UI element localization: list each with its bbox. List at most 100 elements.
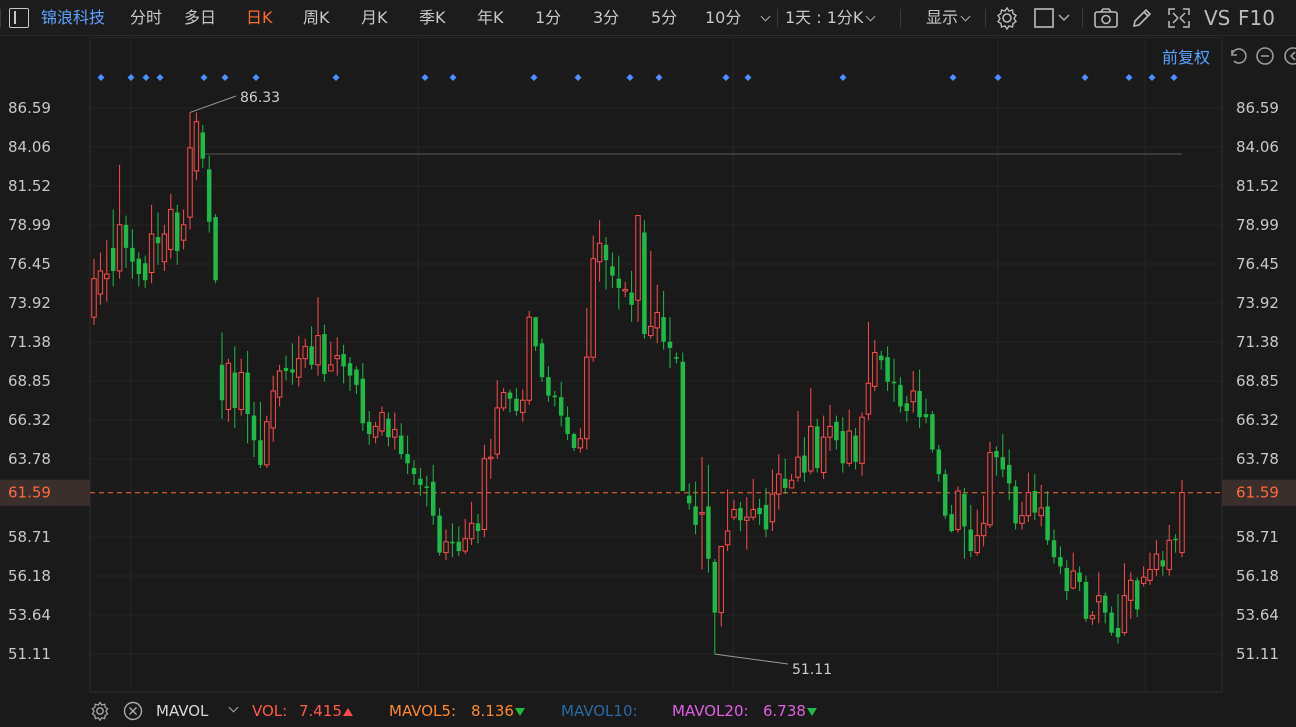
- event-marker: [626, 74, 634, 81]
- display-menu[interactable]: 显示: [926, 0, 971, 36]
- candle-body-down: [290, 369, 295, 373]
- fullscreen-icon[interactable]: [1166, 6, 1192, 30]
- stock-name[interactable]: 锦浪科技: [41, 0, 105, 36]
- candle-body-down: [667, 341, 673, 348]
- candle: [334, 337, 340, 376]
- candle: [1096, 572, 1102, 624]
- y-tick-label-left: 63.78: [8, 450, 51, 468]
- candle-body-down: [917, 391, 922, 418]
- candle: [347, 357, 353, 392]
- tab-multiday[interactable]: 多日: [184, 0, 216, 36]
- pencil-icon[interactable]: [1130, 6, 1154, 30]
- candle: [354, 366, 359, 395]
- candle-body-down: [693, 506, 698, 525]
- candle: [654, 284, 660, 344]
- candle-body-down: [136, 258, 142, 275]
- candle: [1000, 434, 1006, 478]
- candle: [968, 504, 974, 558]
- candle-body-down: [1058, 557, 1063, 567]
- candle-body-down: [782, 478, 788, 488]
- period-select[interactable]: 1天 : 1分K: [785, 0, 876, 36]
- candle-body-down: [539, 343, 545, 378]
- candle: [738, 501, 743, 532]
- tab-3min[interactable]: 3分: [593, 0, 619, 36]
- candle: [372, 421, 379, 444]
- candle-body-down: [430, 481, 436, 516]
- tab-1min[interactable]: 1分: [535, 0, 561, 36]
- candle: [110, 209, 116, 287]
- candle: [232, 346, 238, 428]
- candle-body-down: [942, 474, 948, 516]
- candle-body-up: [116, 224, 123, 272]
- candle-body-up: [1128, 579, 1134, 601]
- y-tick-label-right: 73.92: [1236, 294, 1279, 312]
- close-indicator-icon[interactable]: [123, 701, 143, 721]
- candle: [168, 194, 174, 259]
- candle-body-down: [686, 495, 692, 504]
- tab-monthly-k[interactable]: 月K: [361, 0, 388, 36]
- tab-intraday[interactable]: 分时: [130, 0, 162, 36]
- y-tick-label-left: 53.64: [8, 606, 51, 624]
- candle: [859, 412, 865, 476]
- candle-body-down: [904, 403, 910, 412]
- tab-10min[interactable]: 10分: [705, 0, 741, 36]
- tab-weekly-k[interactable]: 周K: [303, 0, 330, 36]
- indicator-name[interactable]: MAVOL: [156, 702, 208, 720]
- candle: [443, 529, 449, 561]
- tab-daily-k[interactable]: 日K: [246, 0, 273, 36]
- tab-yearly-k[interactable]: 年K: [477, 0, 504, 36]
- candle-body-down: [763, 504, 769, 530]
- tab-quarterly-k[interactable]: 季K: [419, 0, 446, 36]
- more-periods-chevron-icon[interactable]: [758, 0, 771, 36]
- candle-body-down: [258, 440, 263, 465]
- candlestick-chart[interactable]: 86.59 86.59 84.06 84.06 81.52 81.52 78.99 78.99…: [0, 37, 1296, 694]
- settings-icon[interactable]: [995, 6, 1019, 30]
- vs-button[interactable]: VS: [1204, 0, 1230, 36]
- candle: [706, 464, 711, 573]
- f10-button[interactable]: F10: [1238, 0, 1275, 36]
- candle-body-up: [462, 538, 468, 552]
- event-marker: [142, 74, 150, 81]
- candle-body-up: [526, 316, 532, 401]
- candle-body-up: [193, 121, 200, 172]
- candle-body-down: [245, 372, 250, 415]
- candle-body-up: [315, 335, 321, 366]
- candle: [814, 418, 820, 473]
- candle: [872, 340, 878, 392]
- candle: [603, 237, 609, 290]
- candle: [724, 489, 731, 552]
- layout-square-icon[interactable]: [1033, 6, 1073, 30]
- candle: [917, 369, 922, 428]
- candle: [398, 423, 404, 459]
- tab-5min[interactable]: 5分: [651, 0, 677, 36]
- candle-body-up: [334, 355, 340, 360]
- candle-body-up: [724, 530, 731, 546]
- indicator-settings-icon[interactable]: [90, 701, 110, 721]
- indicator-select-chevron-icon[interactable]: [226, 700, 239, 718]
- candle: [270, 375, 276, 442]
- candle-body-down: [968, 529, 974, 552]
- candle: [731, 500, 737, 521]
- candle: [750, 478, 756, 521]
- candle: [1115, 594, 1121, 644]
- candle: [629, 270, 634, 322]
- panel-toggle-icon[interactable]: [9, 8, 29, 28]
- mavol5-label: MAVOL5:: [389, 702, 457, 720]
- candle: [1147, 552, 1153, 585]
- candle: [520, 389, 526, 422]
- camera-icon[interactable]: [1093, 6, 1119, 30]
- candle-body-up: [1121, 595, 1128, 634]
- candle: [904, 395, 910, 422]
- candle-body-up: [225, 362, 232, 410]
- candle-body-down: [1077, 572, 1082, 582]
- candle: [782, 458, 788, 495]
- candle: [481, 444, 488, 538]
- candle: [1077, 566, 1082, 592]
- candle: [1051, 529, 1057, 564]
- y-tick-label-left: 61.59: [8, 484, 51, 502]
- candle: [386, 412, 391, 447]
- candle: [526, 310, 532, 405]
- y-tick-label-left: 78.99: [8, 216, 51, 234]
- candle: [1025, 472, 1032, 522]
- candle: [200, 124, 206, 168]
